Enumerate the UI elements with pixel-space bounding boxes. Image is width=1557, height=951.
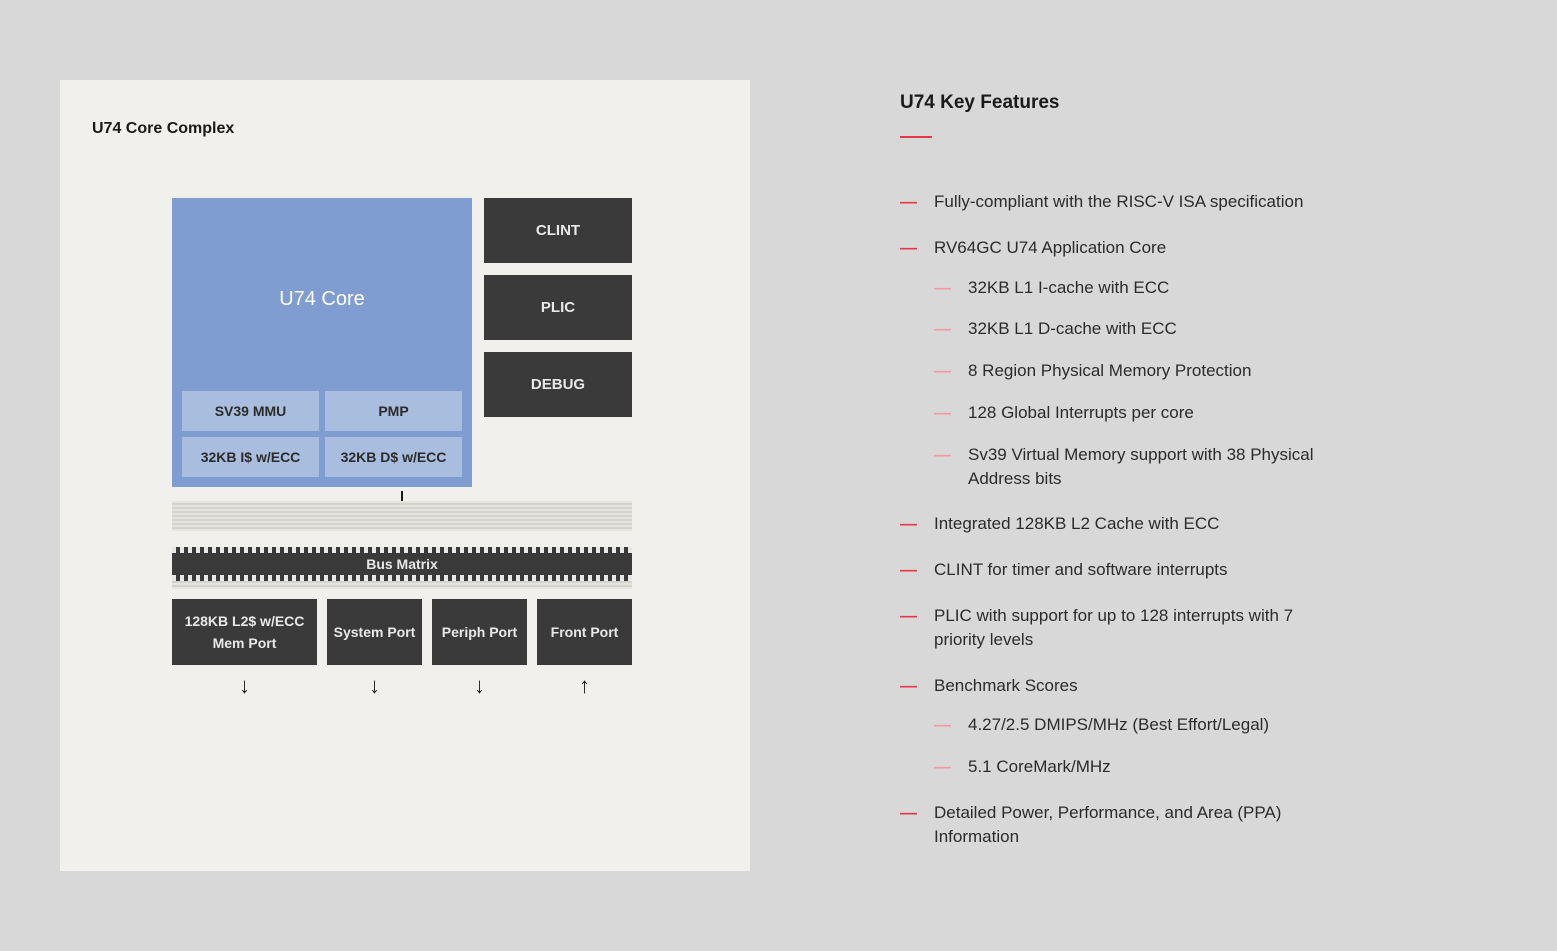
diagram: U74 Core SV39 MMU PMP 32KB I$ w/ECC 32KB… <box>172 198 632 699</box>
connect-line <box>401 491 403 501</box>
hatch-top <box>172 501 632 531</box>
features-list: Fully-compliant with the RISC-V ISA spec… <box>900 190 1330 849</box>
side-block-clint: CLINT <box>484 198 632 263</box>
feature-subitem: 5.1 CoreMark/MHz <box>934 755 1330 779</box>
port-system: System Port <box>327 599 422 665</box>
feature-item-text: Fully-compliant with the RISC-V ISA spec… <box>934 192 1303 211</box>
core-sub-dcache: 32KB D$ w/ECC <box>325 437 462 477</box>
arrow-down-icon: ↓ <box>432 673 527 699</box>
port-front: Front Port <box>537 599 632 665</box>
core-block: U74 Core SV39 MMU PMP 32KB I$ w/ECC 32KB… <box>172 198 472 487</box>
feature-item: Fully-compliant with the RISC-V ISA spec… <box>900 190 1330 214</box>
red-accent-line <box>900 136 932 138</box>
feature-item-text: Integrated 128KB L2 Cache with ECC <box>934 514 1219 533</box>
port-periph-label: Periph Port <box>442 624 517 640</box>
port-system-label: System Port <box>334 624 416 640</box>
feature-item-text: CLINT for timer and software interrupts <box>934 560 1228 579</box>
port-front-label: Front Port <box>551 624 619 640</box>
core-sub-pmp: PMP <box>325 391 462 431</box>
arrow-up-icon: ↑ <box>537 673 632 699</box>
feature-subitem: 32KB L1 D-cache with ECC <box>934 317 1330 341</box>
bus-matrix-block: Bus Matrix <box>172 547 632 581</box>
port-mem-label: Mem Port <box>213 635 277 651</box>
port-periph: Periph Port <box>432 599 527 665</box>
feature-item: PLIC with support for up to 128 interrup… <box>900 604 1330 652</box>
features-title: U74 Key Features <box>900 92 1330 114</box>
feature-item-text: Benchmark Scores <box>934 676 1078 695</box>
feature-item-text: PLIC with support for up to 128 interrup… <box>934 606 1293 649</box>
arrow-down-icon: ↓ <box>327 673 422 699</box>
feature-item-text: RV64GC U74 Application Core <box>934 238 1166 257</box>
feature-item: CLINT for timer and software interrupts <box>900 558 1330 582</box>
port-mem: 128KB L2$ w/ECC Mem Port <box>172 599 317 665</box>
side-block-debug: DEBUG <box>484 352 632 417</box>
port-mem-l2: 128KB L2$ w/ECC <box>185 613 305 629</box>
feature-subitem: Sv39 Virtual Memory support with 38 Phys… <box>934 443 1330 491</box>
feature-subitem: 128 Global Interrupts per core <box>934 401 1330 425</box>
feature-subitem: 4.27/2.5 DMIPS/MHz (Best Effort/Legal) <box>934 713 1330 737</box>
feature-subitem: 8 Region Physical Memory Protection <box>934 359 1330 383</box>
feature-item: Integrated 128KB L2 Cache with ECC <box>900 512 1330 536</box>
core-sub-sv39-mmu: SV39 MMU <box>182 391 319 431</box>
bus-matrix-label: Bus Matrix <box>366 556 438 572</box>
diagram-title: U74 Core Complex <box>92 120 690 138</box>
feature-item-text: Detailed Power, Performance, and Area (P… <box>934 803 1281 846</box>
feature-item: Detailed Power, Performance, and Area (P… <box>900 801 1330 849</box>
diagram-card: U74 Core Complex U74 Core SV39 MMU PMP 3… <box>60 80 750 871</box>
side-block-plic: PLIC <box>484 275 632 340</box>
arrow-down-icon: ↓ <box>172 673 317 699</box>
feature-sublist: 4.27/2.5 DMIPS/MHz (Best Effort/Legal) 5.… <box>934 713 1330 779</box>
feature-sublist: 32KB L1 I-cache with ECC 32KB L1 D-cache … <box>934 276 1330 491</box>
features-panel: U74 Key Features Fully-compliant with th… <box>900 80 1330 871</box>
core-sub-icache: 32KB I$ w/ECC <box>182 437 319 477</box>
feature-item: RV64GC U74 Application Core 32KB L1 I-cac… <box>900 236 1330 491</box>
hatch-bottom <box>172 581 632 589</box>
feature-subitem: 32KB L1 I-cache with ECC <box>934 276 1330 300</box>
core-label: U74 Core <box>182 208 462 391</box>
feature-item: Benchmark Scores 4.27/2.5 DMIPS/MHz (Best… <box>900 674 1330 779</box>
